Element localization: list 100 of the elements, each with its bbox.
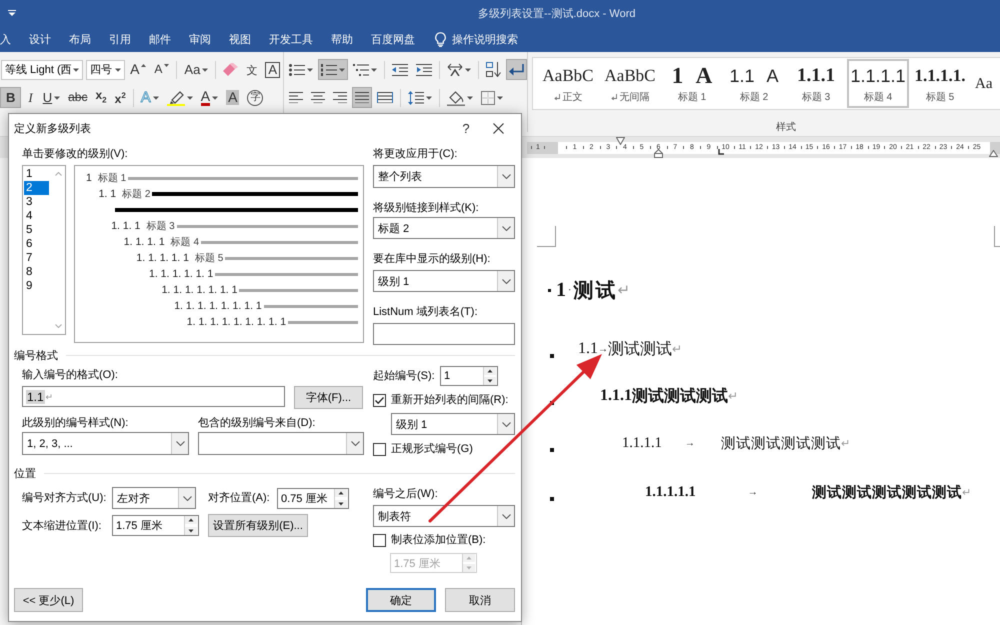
change-case-button[interactable]: Aa: [181, 59, 212, 80]
spin-down-button[interactable]: [484, 377, 496, 385]
heading-number: 1.1.1.1.1: [645, 484, 696, 500]
spin-up-button[interactable]: [185, 516, 197, 524]
style-gallery-item[interactable]: 1 A 标题 1: [661, 59, 723, 108]
help-button[interactable]: ?: [454, 116, 478, 142]
caret-down-icon: [73, 68, 80, 72]
paragraph-mark-icon: [610, 94, 616, 100]
ribbon-tab[interactable]: 审阅: [189, 30, 211, 48]
level-item[interactable]: 8: [24, 265, 49, 279]
style-gallery-item[interactable]: 1.1 A 标题 2: [723, 59, 785, 108]
heading-text: 测试测试测试: [632, 386, 728, 406]
double-arrow-icon: [447, 63, 463, 76]
ribbon-tab[interactable]: 入: [0, 30, 11, 48]
follow-with-dropdown[interactable]: 制表符: [373, 505, 515, 527]
indent-at-spinner[interactable]: 1.75 厘米: [112, 515, 199, 536]
superscript-button[interactable]: x$^{2}$: [112, 87, 129, 108]
caret-down-icon: [497, 96, 503, 100]
level-item[interactable]: 6: [24, 237, 49, 251]
font-name-field[interactable]: 等线 Light (西: [1, 60, 84, 80]
font-size-field[interactable]: 四号: [86, 60, 126, 80]
spin-up-button[interactable]: [484, 367, 496, 375]
include-level-dropdown[interactable]: [198, 432, 364, 455]
spin-down-button[interactable]: [335, 500, 347, 508]
tell-me-search[interactable]: 操作说明搜索: [435, 32, 518, 46]
ribbon-tab[interactable]: 设计: [29, 30, 51, 48]
preview-number: 1. 1. 1. 1. 1. 1. 1. 1. 1: [186, 316, 286, 328]
corner-mark-icon: [994, 226, 1000, 247]
caret-down-icon: [202, 68, 208, 72]
show-marks-button[interactable]: [506, 59, 527, 80]
dialog-button[interactable]: << 更少(L): [14, 588, 83, 612]
start-at-spinner[interactable]: 1: [440, 366, 498, 386]
window-title: 多级列表设置--测试.docx - Word: [478, 6, 636, 20]
font-color-button[interactable]: A: [198, 87, 222, 108]
tab-stop-icon[interactable]: [718, 149, 724, 155]
style-gallery-item[interactable]: AaBbC 无间隔: [599, 59, 661, 108]
listnum-field[interactable]: [373, 323, 515, 345]
formatting-mark: →: [684, 438, 695, 448]
strikethrough-button[interactable]: abc: [65, 87, 90, 108]
dialog-button[interactable]: 取消: [445, 588, 515, 612]
style-gallery-item[interactable]: 1.1.1 标题 3: [785, 59, 847, 108]
spin-down-button[interactable]: [185, 527, 197, 535]
link-style-dropdown[interactable]: 标题 2: [373, 217, 515, 239]
ribbon-tab[interactable]: 邮件: [149, 30, 171, 48]
style-gallery-item[interactable]: Aa: [971, 59, 1000, 108]
alignment-dropdown[interactable]: 左对齐: [112, 487, 196, 509]
italic-button[interactable]: I: [23, 87, 38, 108]
preview-style-name: 标题 3: [146, 220, 175, 233]
level-item[interactable]: 2: [24, 181, 49, 195]
dialog-button[interactable]: 确定: [366, 588, 436, 612]
level-item[interactable]: 4: [24, 209, 49, 223]
caret-down-icon: [339, 68, 345, 72]
heading-text: 测试: [573, 278, 618, 304]
number-style-dropdown[interactable]: 1, 2, 3, ...: [22, 432, 189, 455]
style-gallery-item[interactable]: 1.1.1.1. 标题 5: [909, 59, 971, 108]
style-gallery-item[interactable]: AaBbC 正文: [537, 59, 599, 108]
numbering-button[interactable]: [318, 59, 348, 80]
level-item[interactable]: 9: [24, 279, 49, 293]
ribbon-tab[interactable]: 引用: [109, 30, 131, 48]
ribbon-tab[interactable]: 开发工具: [269, 30, 313, 48]
apply-to-dropdown[interactable]: 整个列表: [373, 165, 515, 188]
preview-number: 1. 1. 1. 1. 1. 1. 1: [162, 284, 238, 296]
restart-level-dropdown[interactable]: 级别 1: [391, 413, 515, 435]
field-label: 编号对齐方式(U):: [22, 491, 108, 505]
ribbon-tab[interactable]: 视图: [229, 30, 251, 48]
set-all-levels-button[interactable]: 设置所有级别(E)...: [208, 514, 308, 537]
heading-text: 测试测试测试测试测试: [812, 484, 962, 502]
gallery-level-dropdown[interactable]: 级别 1: [373, 270, 515, 292]
subscript-button[interactable]: x$_{2}$: [92, 87, 110, 108]
corner-mark-icon: [537, 226, 556, 247]
shrink-font-button[interactable]: A: [151, 59, 172, 80]
aligned-at-spinner[interactable]: 0.75 厘米: [277, 488, 349, 508]
sort-button[interactable]: [483, 59, 504, 80]
ribbon-tab[interactable]: 布局: [69, 30, 91, 48]
checkbox[interactable]: [373, 534, 386, 546]
phonetic-guide-button[interactable]: 文: [243, 59, 260, 80]
justify-button[interactable]: [352, 87, 372, 108]
chevron-up-icon: [54, 172, 62, 176]
grow-font-button[interactable]: A: [127, 59, 150, 80]
field-label: 对齐位置(A):: [208, 491, 271, 505]
level-item[interactable]: 5: [24, 223, 49, 237]
field-label: 文本缩进位置(I):: [22, 518, 102, 532]
checkbox[interactable]: [373, 442, 386, 456]
number-format-field[interactable]: 1.1 ↵: [22, 386, 285, 407]
spin-up-button[interactable]: [335, 488, 347, 496]
level-item[interactable]: 1: [24, 167, 49, 181]
line-spacing-icon: [408, 90, 424, 104]
level-item[interactable]: 7: [24, 251, 49, 265]
character-shading-button[interactable]: A: [223, 87, 242, 108]
style-gallery-item[interactable]: 1.1.1.1 标题 4: [847, 59, 909, 108]
level-item[interactable]: 3: [24, 195, 49, 209]
highlighter-icon: [166, 90, 185, 106]
formatting-mark: →: [748, 486, 758, 498]
underline-button[interactable]: U: [40, 87, 64, 108]
ribbon-tab[interactable]: 百度网盘: [371, 30, 415, 48]
field-label: 单击要修改的级别(V):: [22, 147, 129, 161]
bold-button[interactable]: B: [0, 87, 22, 108]
font-button[interactable]: 字体(F)...: [294, 386, 363, 409]
checkbox[interactable]: [373, 394, 386, 406]
ribbon-tab[interactable]: 帮助: [331, 30, 353, 48]
